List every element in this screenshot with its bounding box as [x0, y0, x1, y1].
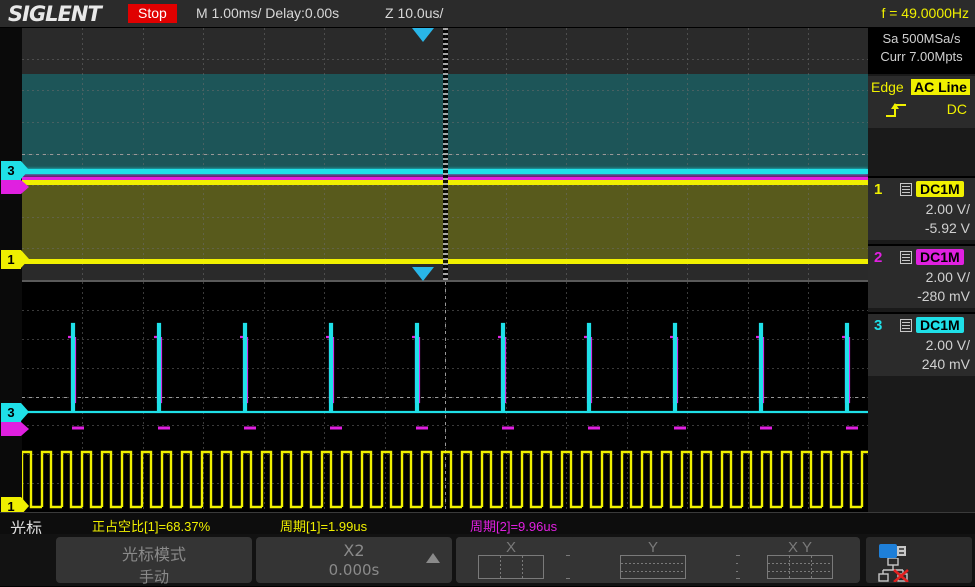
zoom-pane[interactable] — [22, 282, 868, 512]
menu-cursor-xy-btn[interactable]: X Y — [740, 537, 860, 583]
marker-ch1-main[interactable]: 1 — [1, 250, 21, 269]
zoom-timebase-readout[interactable]: Z 10.0us/ — [385, 5, 443, 21]
ch1-bandwidth-icon — [900, 183, 912, 196]
waveform-display[interactable]: 3 1 3 1 — [0, 28, 868, 512]
marker-ch3-zoom[interactable]: 3 — [1, 403, 21, 422]
acquisition-info[interactable]: Sa 500MSa/s Curr 7.00Mpts — [868, 28, 975, 74]
channel-2-panel[interactable]: 2 DC1M 2.00 V/ -280 mV — [868, 244, 975, 308]
marker-ch2-main[interactable] — [1, 180, 21, 194]
menu-cursor-y-btn[interactable]: Y — [570, 537, 736, 583]
ch1-values: 2.00 V/ -5.92 V — [925, 200, 970, 238]
marker-ch2-zoom[interactable] — [1, 422, 21, 436]
ch2-offset: -280 mV — [917, 287, 970, 306]
lan-disconnected-icon — [878, 558, 918, 582]
marker-ch3-main[interactable]: 3 — [1, 161, 21, 180]
ch3-values: 2.00 V/ 240 mV — [922, 336, 970, 374]
main-timebase-pane[interactable] — [22, 28, 868, 280]
trigger-info[interactable]: Edge AC Line DC — [868, 76, 975, 128]
trigger-coupling: DC — [947, 101, 967, 117]
measurement-item-3[interactable]: 周期[2]=9.96us — [470, 516, 557, 535]
memory-depth: Curr 7.00Mpts — [868, 46, 975, 64]
timebase-readout[interactable]: M 1.00ms/ Delay:0.00s — [196, 5, 339, 21]
main-trigger-marker[interactable] — [412, 28, 434, 42]
ch3-bandwidth-icon — [900, 319, 912, 332]
trigger-position-line — [443, 28, 448, 280]
brand-logo: SIGLENT — [8, 2, 101, 26]
ch3-volts-div: 2.00 V/ — [922, 336, 970, 355]
cursor-xy-icon — [767, 555, 833, 579]
run-stop-indicator[interactable]: Stop — [128, 4, 177, 23]
zoom-trigger-marker[interactable] — [412, 267, 434, 281]
zoom-traces — [22, 282, 868, 512]
ch2-number: 2 — [874, 249, 882, 266]
top-status-bar: SIGLENT Stop M 1.00ms/ Delay:0.00s Z 10.… — [0, 0, 975, 28]
cursor-x-icon-2 — [478, 555, 544, 579]
measurement-item-2[interactable]: 周期[1]=1.99us — [280, 516, 367, 535]
ch1-coupling-badge[interactable]: DC1M — [916, 181, 964, 197]
ch2-volts-div: 2.00 V/ — [917, 268, 970, 287]
cursor-x-label-2: X — [506, 539, 516, 556]
trigger-source: AC Line — [911, 79, 970, 95]
ch2-bandwidth-icon — [900, 251, 912, 264]
menu-cursor-x-btn[interactable]: X — [456, 537, 566, 583]
ch1-number: 1 — [874, 181, 882, 198]
sample-rate: Sa 500MSa/s — [868, 28, 975, 46]
ch3-offset: 240 mV — [922, 355, 970, 374]
ch3-number: 3 — [874, 317, 882, 334]
right-sidebar: Sa 500MSa/s Curr 7.00Mpts Edge AC Line D… — [868, 28, 975, 512]
ch1-offset: -5.92 V — [925, 219, 970, 238]
measurement-bar: 光标 正占空比[1]=68.37% 周期[1]=1.99us 周期[2]=9.9… — [0, 512, 975, 534]
measurement-item-1[interactable]: 正占空比[1]=68.37% — [92, 516, 210, 535]
frequency-counter: f = 49.0000Hz — [881, 5, 969, 21]
ch2-values: 2.00 V/ -280 mV — [917, 268, 970, 306]
ch1-volts-div: 2.00 V/ — [925, 200, 970, 219]
cursor-y-label-2: Y — [648, 539, 658, 556]
status-indicators[interactable] — [866, 537, 972, 583]
ch2-coupling-badge[interactable]: DC1M — [916, 249, 964, 265]
channel-marker-gutter — [0, 28, 22, 512]
trigger-type: Edge — [871, 79, 904, 95]
cursor-y-icon-2 — [620, 555, 686, 579]
ch3-coupling-badge[interactable]: DC1M — [916, 317, 964, 333]
rising-edge-icon — [884, 100, 910, 120]
channel-3-panel[interactable]: 3 DC1M 2.00 V/ 240 mV — [868, 312, 975, 376]
channel-1-panel[interactable]: 1 DC1M 2.00 V/ -5.92 V — [868, 176, 975, 240]
cursor-xy-label: X Y — [788, 539, 812, 556]
